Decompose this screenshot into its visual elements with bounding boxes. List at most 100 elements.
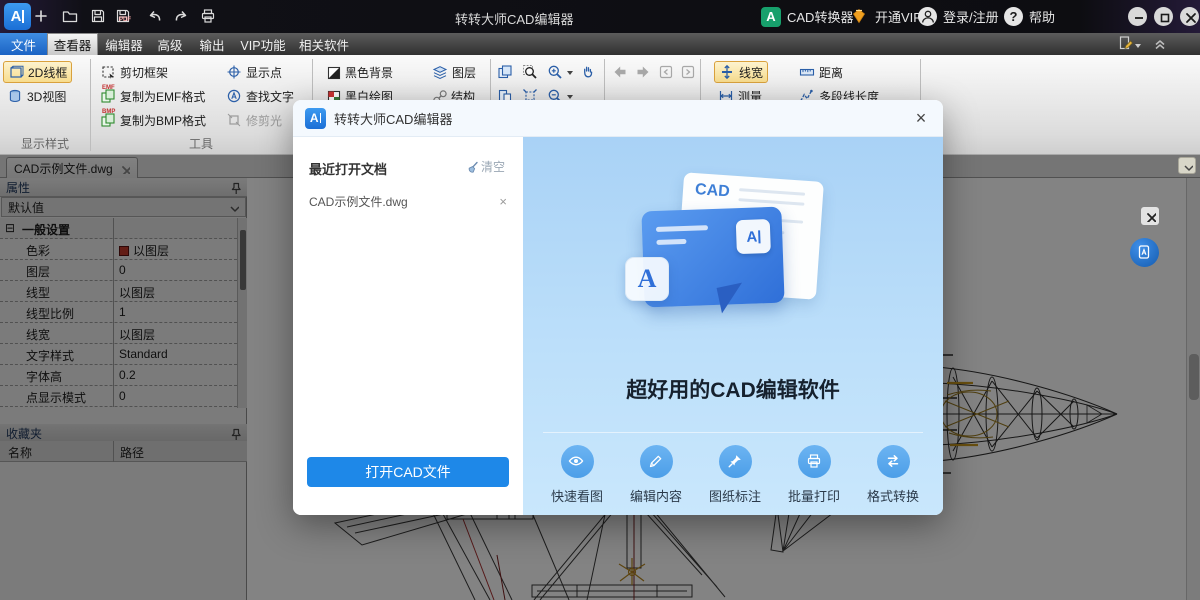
group-label-display-style: 显示样式 bbox=[0, 135, 90, 152]
swap-icon bbox=[877, 445, 910, 478]
save-pdf-icon[interactable]: PDF bbox=[115, 8, 132, 25]
promo-a-badge: A bbox=[625, 257, 669, 301]
view-back-icon[interactable] bbox=[612, 64, 628, 80]
cad-converter-button[interactable]: A CAD转换器 bbox=[761, 6, 853, 27]
undo-icon[interactable] bbox=[147, 8, 164, 25]
floating-close-icon[interactable] bbox=[1141, 207, 1159, 225]
black-background-icon bbox=[326, 65, 341, 80]
menu-bar: 文件 查看器 编辑器 高级 输出 VIP功能 相关软件 bbox=[0, 33, 1200, 55]
window-title: 转转大师CAD编辑器 bbox=[455, 9, 573, 28]
converter-icon: A bbox=[761, 7, 781, 27]
collapse-panel-button[interactable] bbox=[1178, 157, 1196, 174]
menu-related[interactable]: 相关软件 bbox=[294, 33, 354, 55]
feature-annotate[interactable]: 图纸标注 bbox=[697, 445, 773, 505]
pan-hand-icon[interactable] bbox=[580, 63, 598, 81]
copy-bmp-icon: BMP bbox=[100, 112, 116, 128]
promo-card-a-badge: A bbox=[736, 219, 771, 254]
promo-fold-corner bbox=[717, 283, 748, 314]
recent-files-panel: 最近打开文档 清空 CAD示例文件.dwg × 打开CAD文件 bbox=[293, 137, 523, 515]
feature-quick-view[interactable]: 快速看图 bbox=[539, 445, 615, 505]
feature-separator bbox=[543, 432, 923, 433]
wireframe-2d-button[interactable]: 2D线框 bbox=[3, 61, 72, 83]
copy-emf-button[interactable]: EMF 复制为EMF格式 bbox=[96, 85, 209, 107]
remove-recent-icon[interactable]: × bbox=[499, 194, 507, 209]
copy-emf-icon: EMF bbox=[100, 88, 116, 104]
pushpin-icon bbox=[719, 445, 752, 478]
page-next-icon[interactable] bbox=[680, 64, 696, 80]
layers-button[interactable]: 图层 bbox=[428, 61, 480, 83]
cad-badge: CAD bbox=[694, 181, 730, 201]
help-button[interactable]: ? 帮助 bbox=[1004, 6, 1055, 27]
layers-icon bbox=[432, 64, 448, 80]
print-icon[interactable] bbox=[200, 8, 217, 25]
open-folder-icon[interactable] bbox=[62, 8, 79, 25]
edit-icon bbox=[640, 445, 673, 478]
printer-icon bbox=[798, 445, 831, 478]
redo-icon[interactable] bbox=[173, 8, 190, 25]
copy-bmp-button[interactable]: BMP 复制为BMP格式 bbox=[96, 109, 210, 131]
zoom-window-icon[interactable] bbox=[522, 64, 539, 81]
save-icon[interactable] bbox=[90, 8, 107, 25]
eye-icon bbox=[561, 445, 594, 478]
line-width-button[interactable]: 线宽 bbox=[714, 61, 768, 83]
dialog-title: 转转大师CAD编辑器 bbox=[334, 109, 452, 128]
point-target-icon bbox=[226, 64, 242, 80]
crop-frame-icon bbox=[100, 64, 116, 80]
app-logo-icon: A bbox=[4, 3, 31, 30]
feature-format-convert[interactable]: 格式转换 bbox=[855, 445, 931, 505]
login-button[interactable]: 登录/注册 bbox=[918, 6, 999, 27]
find-text-icon bbox=[226, 88, 242, 104]
zoom-out-dropdown[interactable] bbox=[567, 95, 573, 99]
clip-frame-button[interactable]: 剪切框架 bbox=[96, 61, 172, 83]
line-width-icon bbox=[719, 64, 735, 80]
open-vip-button[interactable]: 开通VIP bbox=[851, 6, 922, 27]
question-icon: ? bbox=[1004, 7, 1023, 26]
new-file-icon[interactable] bbox=[33, 8, 50, 25]
floating-converter-button[interactable] bbox=[1130, 238, 1159, 267]
dialog-close-button[interactable]: × bbox=[911, 108, 931, 128]
zoom-in-dropdown[interactable] bbox=[567, 71, 573, 75]
startup-dialog: A 转转大师CAD编辑器 × 最近打开文档 清空 CAD示例文件.dwg × 打… bbox=[293, 100, 943, 515]
close-window-button[interactable] bbox=[1180, 7, 1199, 26]
find-text-button[interactable]: 查找文字 bbox=[222, 85, 298, 107]
distance-button[interactable]: 距离 bbox=[795, 61, 847, 83]
trim-button[interactable]: 修剪光 bbox=[222, 109, 286, 131]
minimize-button[interactable] bbox=[1128, 7, 1147, 26]
open-cad-file-button[interactable]: 打开CAD文件 bbox=[307, 457, 509, 487]
ruler-icon bbox=[799, 64, 815, 80]
doc-a-icon bbox=[1136, 244, 1154, 262]
feature-edit-content[interactable]: 编辑内容 bbox=[618, 445, 694, 505]
promo-headline: 超好用的CAD编辑软件 bbox=[523, 374, 943, 404]
app-window: A PDF 转转大师CAD编辑器 A CAD转换器 开通VIP 登录/注册 ? … bbox=[0, 0, 1200, 600]
page-previous-icon[interactable] bbox=[658, 64, 674, 80]
menu-advanced[interactable]: 高级 bbox=[150, 33, 190, 55]
black-background-button[interactable]: 黑色背景 bbox=[322, 61, 397, 83]
clear-recent-button[interactable]: 清空 bbox=[464, 158, 505, 175]
menu-viewer[interactable]: 查看器 bbox=[47, 33, 98, 55]
zoom-in-icon[interactable] bbox=[547, 64, 564, 81]
collapse-ribbon-icon[interactable] bbox=[1152, 36, 1167, 51]
promo-panel: CAD A A 超好用的CAD编辑软件 快速看图 编辑内容 bbox=[523, 137, 943, 515]
maximize-button[interactable] bbox=[1154, 7, 1173, 26]
broom-icon bbox=[464, 160, 478, 174]
vip-diamond-icon bbox=[851, 8, 869, 26]
menu-output[interactable]: 输出 bbox=[192, 33, 232, 55]
annotate-menu-icon[interactable] bbox=[1118, 35, 1141, 53]
menu-vip[interactable]: VIP功能 bbox=[234, 33, 292, 55]
cylinder-3d-icon bbox=[7, 88, 23, 104]
dialog-header: A 转转大师CAD编辑器 × bbox=[293, 100, 943, 137]
group-label-tools: 工具 bbox=[90, 135, 312, 152]
show-point-button[interactable]: 显示点 bbox=[222, 61, 286, 83]
menu-editor[interactable]: 编辑器 bbox=[100, 33, 148, 55]
view-forward-icon[interactable] bbox=[635, 64, 651, 80]
title-bar: A PDF 转转大师CAD编辑器 A CAD转换器 开通VIP 登录/注册 ? … bbox=[0, 0, 1200, 33]
recent-files-title: 最近打开文档 bbox=[309, 159, 387, 178]
cube-2d-icon bbox=[8, 64, 24, 80]
menu-file[interactable]: 文件 bbox=[0, 33, 47, 55]
user-icon bbox=[918, 7, 937, 26]
copy-view-icon[interactable] bbox=[497, 64, 514, 81]
dialog-app-logo-icon: A bbox=[305, 108, 326, 129]
feature-batch-print[interactable]: 批量打印 bbox=[776, 445, 852, 505]
recent-file-item[interactable]: CAD示例文件.dwg × bbox=[309, 193, 507, 210]
view-3d-button[interactable]: 3D视图 bbox=[3, 85, 70, 107]
